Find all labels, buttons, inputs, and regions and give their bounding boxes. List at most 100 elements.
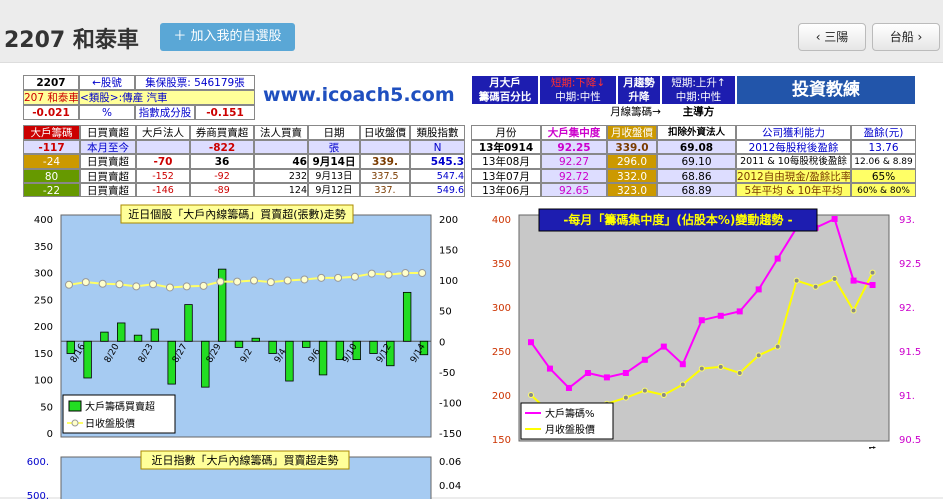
row2-sector: 547.4 <box>410 169 465 183</box>
chart1-bar <box>268 340 277 354</box>
chart1-left-tick: 400 <box>34 215 53 226</box>
row3-close: 337. <box>360 183 410 197</box>
units-date: 張 <box>308 140 360 154</box>
chart1-left-tick: 150 <box>34 349 53 360</box>
big-owner-label-line2: 籌碼百分比 <box>478 91 532 103</box>
chart2-x-label: 13年01月 <box>715 448 727 449</box>
chart1-price-point <box>149 280 158 289</box>
units-big-owner: -117 <box>23 140 80 154</box>
chart2-x-label: 12年07月 <box>601 448 613 449</box>
monthly-line-label: 月線籌碼→ <box>610 106 661 118</box>
header-big-owner: 大戶籌碼 <box>23 125 80 140</box>
mrow1-concentration: 92.25 <box>541 140 607 154</box>
chart2-x-label: 13年02月 <box>734 448 746 449</box>
mid-term-neutral-2: 中期:中性 <box>675 91 722 103</box>
index-change: -0.151 <box>195 105 255 120</box>
chart3-left-tick: 500. <box>27 491 49 499</box>
shares-count: 集保股票: 546179張 <box>135 75 255 90</box>
earnings-header2: 盈餘(元) <box>851 125 916 140</box>
chart1-price-point <box>418 269 427 278</box>
chart1-price-point <box>165 283 174 292</box>
chart1-right-tick: -50 <box>439 368 455 379</box>
big-owner-status: 短期:下降↓ 中期:中性 <box>539 75 617 105</box>
mrow4-exclude: 68.89 <box>657 183 736 197</box>
chart2-price-point <box>622 394 629 401</box>
chart2-x-label: 13年05月 <box>791 448 803 449</box>
chart1-bar <box>402 291 412 342</box>
chart2-price-point <box>850 307 857 314</box>
earnings-row3-value: 65% <box>851 169 916 183</box>
row1-big-owner: -24 <box>23 154 80 169</box>
chart1-price-point <box>132 282 141 291</box>
chart2-x-label: 13年03月 <box>753 448 765 449</box>
chart2-right-tick: 91.5 <box>899 347 921 358</box>
chart1-price-point <box>367 269 376 278</box>
industry-label: <類股>:傳產 汽車 <box>79 90 255 105</box>
chart2-title: -每月「籌碼集中度」(佔股本%)變動趨勢 - <box>563 212 792 227</box>
row3-broker: -89 <box>190 183 254 197</box>
chart3-right-tick: 0.06 <box>439 457 461 468</box>
chart2-x-label: 12年10月 <box>658 448 670 449</box>
add-to-watchlist-button[interactable]: ＋ 加入我的自選股 <box>160 23 295 51</box>
chart1-price-point <box>250 276 258 285</box>
chart1-right-tick: 200 <box>439 215 458 226</box>
row1-date: 9月14日 <box>308 154 360 169</box>
short-term-up: 短期:上升↑ <box>671 77 726 89</box>
month-trend-line1: 月趨勢 <box>623 77 655 89</box>
chart2-concentration-point <box>774 255 781 262</box>
chart1-price-point <box>65 280 73 289</box>
mheader-concentration: 大戶集中度 <box>541 125 607 140</box>
chart2-price-point <box>717 363 724 370</box>
chart2-right-tick: 90.5 <box>899 435 921 446</box>
chart2-concentration-point <box>565 384 572 391</box>
mheader-month: 月份 <box>471 125 541 140</box>
next-stock-button[interactable]: 台船 › <box>872 23 940 51</box>
chart1-bar <box>251 337 260 342</box>
chart1-legend-line-label: 日收盤股價 <box>85 417 135 430</box>
row2-big-owner: 80 <box>23 169 80 183</box>
chart2-x-label: 12年12月 <box>696 448 708 449</box>
chart1-price-point <box>81 278 90 287</box>
mrow3-close: 332.0 <box>607 169 657 183</box>
chart1-bar <box>184 304 193 342</box>
chart2-right-tick: 92. <box>899 303 915 314</box>
chart1-right-tick: 150 <box>439 246 458 257</box>
mrow1-close: 339.0 <box>607 140 657 154</box>
chart1-bar <box>117 322 126 342</box>
chart2-price-point <box>831 275 838 282</box>
row1-sector: 545.3 <box>410 154 465 169</box>
chart1-price-point <box>384 270 393 279</box>
chart2-concentration-point <box>546 365 553 372</box>
big-owner-label-line1: 月大戶 <box>489 77 521 89</box>
chart1-bar <box>201 340 210 388</box>
earnings-row3-label: 2012自由現金/盈餘比率 <box>736 169 851 183</box>
chart2-x-label: 12年03月 <box>525 448 537 449</box>
header-broker: 券商買賣超 <box>190 125 254 140</box>
month-trend-status: 短期:上升↑ 中期:中性 <box>661 75 736 105</box>
chart2-concentration-point <box>528 339 534 346</box>
mheader-exclude: 扣除外資法人 <box>657 125 736 140</box>
index-label: 指數成分股 <box>135 105 195 120</box>
chart2-left-tick: 200 <box>492 391 511 402</box>
mrow1-month: 13年0914 <box>471 140 541 154</box>
prev-stock-button[interactable]: ‹ 三陽 <box>798 23 866 51</box>
mid-term-neutral: 中期:中性 <box>555 91 601 103</box>
chart2-left-tick: 250 <box>492 347 511 358</box>
chart1-legend-line-point <box>71 419 79 427</box>
chart1-legend-bar-label: 大戶籌碼買賣超 <box>85 400 155 413</box>
earnings-row4-label: 5年平均 & 10年平均 <box>736 183 851 197</box>
chart2-x-label: 13年0914 <box>867 445 879 449</box>
chart1-right-tick: -150 <box>439 429 462 440</box>
chart1-price-point <box>317 273 326 282</box>
units-sector: N <box>410 140 465 154</box>
chart1-price-point <box>334 273 343 282</box>
chart2-price-point <box>698 365 705 372</box>
chart1-bar <box>133 334 143 342</box>
chart1-price-point <box>182 282 191 291</box>
chart1-bar <box>234 340 244 348</box>
mrow4-month: 13年06月 <box>471 183 541 197</box>
chart2-price-point <box>869 269 876 276</box>
chart2-price-point <box>793 277 800 284</box>
chart1-price-point <box>98 279 107 288</box>
units-close <box>360 140 410 154</box>
